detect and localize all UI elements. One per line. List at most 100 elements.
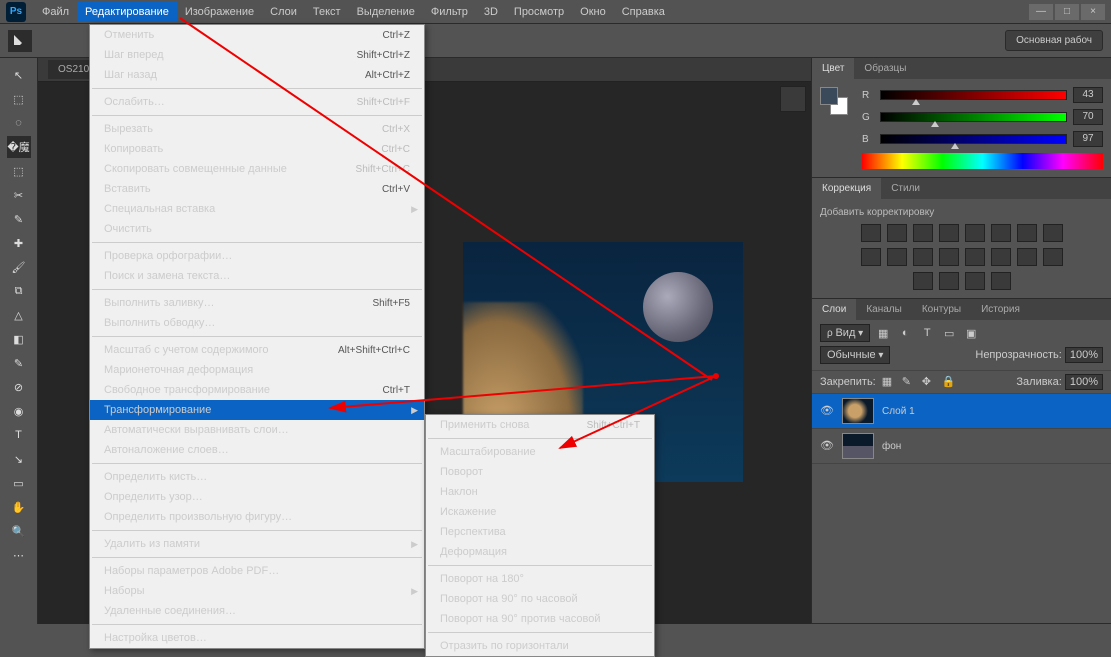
- tab-paths[interactable]: Контуры: [912, 299, 971, 320]
- menu-3d[interactable]: 3D: [476, 2, 506, 22]
- zoom-tool[interactable]: 🔍: [7, 520, 31, 542]
- menu-item[interactable]: Наборы параметров Adobe PDF…: [90, 561, 424, 581]
- minimize-button[interactable]: —: [1029, 4, 1053, 20]
- menu-item[interactable]: Шаг назадAlt+Ctrl+Z: [90, 65, 424, 85]
- filter-smart-icon[interactable]: ▣: [962, 325, 980, 341]
- more-tool[interactable]: ⋯: [7, 544, 31, 566]
- r-value[interactable]: 43: [1073, 87, 1103, 103]
- menu-item[interactable]: Шаг впередShift+Ctrl+Z: [90, 45, 424, 65]
- gradient-tool[interactable]: ✎: [7, 352, 31, 374]
- foreground-color-swatch[interactable]: [820, 87, 838, 105]
- workspace-switcher[interactable]: Основная рабоч: [1005, 30, 1103, 51]
- history-brush-tool[interactable]: △: [7, 304, 31, 326]
- filter-shape-icon[interactable]: ▭: [940, 325, 958, 341]
- menu-item[interactable]: Наборы▶: [90, 581, 424, 601]
- hand-tool[interactable]: ✋: [7, 496, 31, 518]
- eraser-tool[interactable]: ◧: [7, 328, 31, 350]
- filter-pixel-icon[interactable]: ▦: [874, 325, 892, 341]
- dodge-tool[interactable]: ◉: [7, 400, 31, 422]
- menu-item[interactable]: Масштаб с учетом содержимогоAlt+Shift+Ct…: [90, 340, 424, 360]
- adjustment-preset-icon[interactable]: [913, 272, 933, 290]
- menu-item[interactable]: Специальная вставка▶: [90, 199, 424, 219]
- b-slider[interactable]: [880, 134, 1067, 144]
- lasso-tool[interactable]: ◌: [7, 112, 31, 134]
- shape-tool[interactable]: ▭: [7, 472, 31, 494]
- filter-adjust-icon[interactable]: ◐: [896, 325, 914, 341]
- color-spectrum[interactable]: [862, 153, 1103, 169]
- fill-value[interactable]: 100%: [1065, 374, 1103, 390]
- g-value[interactable]: 70: [1073, 109, 1103, 125]
- layer-row[interactable]: 👁фон: [812, 429, 1111, 464]
- eyedropper-tool[interactable]: ✎: [7, 208, 31, 230]
- lock-position-icon[interactable]: ✥: [922, 375, 936, 389]
- menu-item[interactable]: Поворот на 180°: [426, 569, 654, 589]
- menu-item[interactable]: Поворот на 90° против часовой: [426, 609, 654, 629]
- menu-item[interactable]: Деформация: [426, 542, 654, 562]
- close-button[interactable]: ×: [1081, 4, 1105, 20]
- adjustment-icon[interactable]: [887, 224, 907, 242]
- lock-transparency-icon[interactable]: ▦: [882, 375, 896, 389]
- menu-просмотр[interactable]: Просмотр: [506, 2, 572, 22]
- tab-color[interactable]: Цвет: [812, 58, 854, 79]
- tab-layers[interactable]: Слои: [812, 299, 856, 320]
- menu-item[interactable]: Удалить из памяти▶: [90, 534, 424, 554]
- menu-item[interactable]: Настройка цветов…: [90, 628, 424, 648]
- adjustment-icon[interactable]: [991, 248, 1011, 266]
- menu-item[interactable]: Поворот: [426, 462, 654, 482]
- b-value[interactable]: 97: [1073, 131, 1103, 147]
- maximize-button[interactable]: □: [1055, 4, 1079, 20]
- menu-item[interactable]: ВставитьCtrl+V: [90, 179, 424, 199]
- tab-history[interactable]: История: [971, 299, 1030, 320]
- lock-pixels-icon[interactable]: ✎: [902, 375, 916, 389]
- menu-item[interactable]: Определить кисть…: [90, 467, 424, 487]
- blend-mode-dropdown[interactable]: Обычные ▾: [820, 346, 890, 364]
- menu-справка[interactable]: Справка: [614, 2, 673, 22]
- menu-item[interactable]: Выполнить обводку…: [90, 313, 424, 333]
- crop-tool[interactable]: ⬚: [7, 160, 31, 182]
- menu-item[interactable]: Перспектива: [426, 522, 654, 542]
- filter-type-icon[interactable]: T: [918, 325, 936, 341]
- blur-tool[interactable]: ⊘: [7, 376, 31, 398]
- layer-filter-kind[interactable]: ρ Вид ▾: [820, 324, 870, 342]
- visibility-icon[interactable]: 👁: [820, 439, 834, 453]
- menu-файл[interactable]: Файл: [34, 2, 77, 22]
- adjustment-icon[interactable]: [861, 248, 881, 266]
- adjustment-icon[interactable]: [965, 248, 985, 266]
- menu-item[interactable]: ОтменитьCtrl+Z: [90, 25, 424, 45]
- adjustment-preset-icon[interactable]: [991, 272, 1011, 290]
- adjustment-icon[interactable]: [939, 224, 959, 242]
- dock-icon[interactable]: [780, 86, 806, 112]
- layer-thumbnail[interactable]: [842, 398, 874, 424]
- adjustment-preset-icon[interactable]: [939, 272, 959, 290]
- tab-channels[interactable]: Каналы: [856, 299, 912, 320]
- tab-swatches[interactable]: Образцы: [854, 58, 916, 79]
- menu-item[interactable]: Свободное трансформированиеCtrl+T: [90, 380, 424, 400]
- r-slider[interactable]: [880, 90, 1067, 100]
- slice-tool[interactable]: ✂: [7, 184, 31, 206]
- menu-item[interactable]: Удаленные соединения…: [90, 601, 424, 621]
- menu-item[interactable]: Трансформирование▶: [90, 400, 424, 420]
- adjustment-icon[interactable]: [861, 224, 881, 242]
- menu-item[interactable]: Искажение: [426, 502, 654, 522]
- adjustment-icon[interactable]: [887, 248, 907, 266]
- pen-tool[interactable]: ↘: [7, 448, 31, 470]
- adjustment-icon[interactable]: [939, 248, 959, 266]
- adjustment-icon[interactable]: [1043, 224, 1063, 242]
- menu-item[interactable]: Выполнить заливку…Shift+F5: [90, 293, 424, 313]
- menu-item[interactable]: Марионеточная деформация: [90, 360, 424, 380]
- menu-изображение[interactable]: Изображение: [177, 2, 262, 22]
- layer-row[interactable]: 👁Слой 1: [812, 394, 1111, 429]
- menu-слои[interactable]: Слои: [262, 2, 305, 22]
- menu-текст[interactable]: Текст: [305, 2, 349, 22]
- opacity-value[interactable]: 100%: [1065, 347, 1103, 363]
- menu-item[interactable]: Наклон: [426, 482, 654, 502]
- tab-styles[interactable]: Стили: [881, 178, 930, 199]
- adjustment-icon[interactable]: [991, 224, 1011, 242]
- lock-all-icon[interactable]: 🔒: [942, 375, 956, 389]
- color-swatches[interactable]: [820, 87, 848, 115]
- adjustment-preset-icon[interactable]: [965, 272, 985, 290]
- adjustment-icon[interactable]: [965, 224, 985, 242]
- menu-выделение[interactable]: Выделение: [349, 2, 423, 22]
- brush-tool[interactable]: 🖌: [7, 256, 31, 278]
- type-tool[interactable]: T: [7, 424, 31, 446]
